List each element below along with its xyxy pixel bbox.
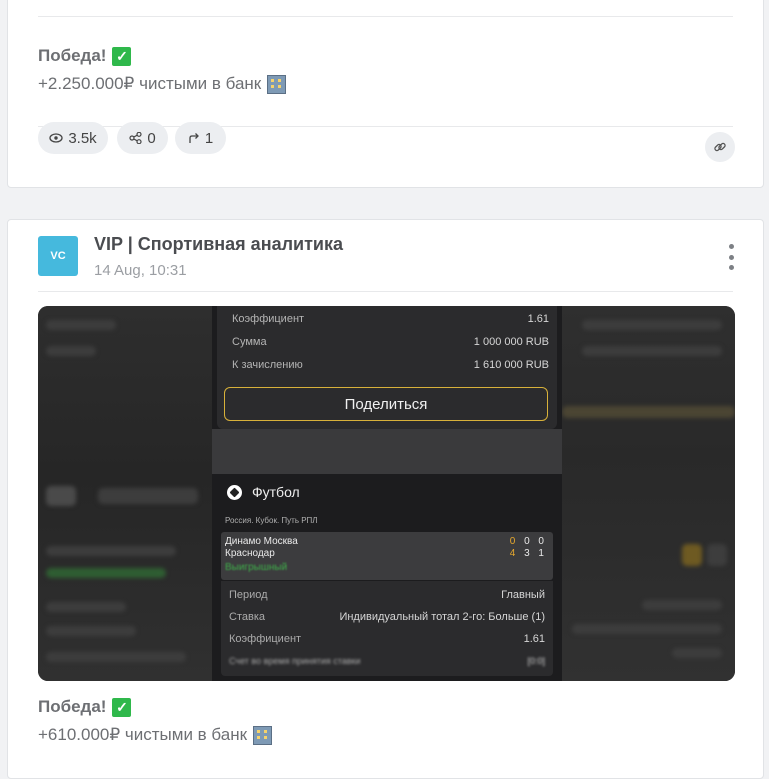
period-value: Главный — [501, 589, 545, 601]
credit-label: К зачислению — [232, 359, 303, 371]
bet-details: Период Главный Ставка Индивидуальный тотал… — [221, 581, 553, 676]
bank-building-icon — [267, 74, 287, 94]
share-icon — [129, 132, 142, 144]
channel-name[interactable]: VIP | Спортивная аналитика — [94, 234, 343, 255]
score-at-bet-label: Счет во время принятия ставки — [229, 656, 361, 666]
coef-label: Коэффициент — [232, 313, 305, 325]
bet-status: Выигрышный — [225, 562, 288, 573]
profit-text: +610.000₽ чистыми в банк — [38, 725, 248, 744]
separator-band — [212, 429, 562, 474]
post-profit: +2.250.000₽ чистыми в банк — [38, 74, 287, 94]
team1-name: Динамо Москва — [225, 536, 298, 547]
forward-arrow-icon — [189, 133, 199, 143]
team2-score: 4 3 1 — [509, 548, 547, 559]
check-mark-icon: ✓ — [112, 697, 132, 717]
period-label: Период — [229, 589, 268, 601]
result-text: Победа! — [38, 697, 107, 716]
divider — [38, 291, 733, 292]
channel-avatar[interactable]: VC — [38, 236, 78, 276]
sport-label: Футбол — [252, 484, 300, 500]
post-profit: +610.000₽ чистыми в банк — [38, 725, 273, 745]
share-button-in-screenshot: Поделиться — [224, 387, 548, 421]
credit-value: 1 610 000 RUB — [473, 359, 549, 371]
match-block: Динамо Москва 0 0 0 Краснодар 4 3 1 Выиг… — [221, 532, 553, 580]
bet-value: Индивидуальный тотал 2-го: Больше (1) — [339, 611, 545, 623]
bank-building-icon — [253, 725, 273, 745]
coef2-label: Коэффициент — [229, 633, 302, 645]
blurred-background-left — [38, 306, 213, 681]
copy-link-button[interactable] — [705, 132, 735, 162]
views-count: 3.5k — [68, 129, 97, 147]
post-card: VC VIP | Спортивная аналитика 14 Aug, 10… — [7, 219, 764, 779]
shares-count: 0 — [147, 129, 156, 147]
link-icon — [714, 142, 726, 152]
league-label: Россия. Кубок. Путь РПЛ — [225, 516, 318, 525]
share-counter[interactable]: 0 — [117, 122, 168, 154]
result-text: Победа! — [38, 46, 107, 65]
sum-value: 1 000 000 RUB — [473, 336, 549, 348]
coef-value: 1.61 — [527, 313, 549, 325]
football-icon — [227, 484, 242, 500]
post-result: Победа! ✓ — [38, 46, 132, 66]
forwards-count: 1 — [204, 129, 214, 147]
bet-label: Ставка — [229, 611, 265, 623]
sum-label: Сумма — [232, 336, 267, 348]
more-options-icon[interactable] — [727, 244, 735, 270]
coef2-value: 1.61 — [523, 633, 545, 645]
blurred-background-right — [562, 306, 735, 681]
team2-name: Краснодар — [225, 548, 275, 559]
views-counter[interactable]: 3.5k — [38, 122, 108, 154]
post-card: Победа! ✓ +2.250.000₽ чистыми в банк 3.5… — [7, 0, 764, 188]
bet-summary-sheet: Коэффициент 1.61 Сумма 1 000 000 RUB К зач… — [217, 306, 557, 429]
team1-score: 0 0 0 — [509, 536, 547, 547]
score-at-bet-value: [0:0] — [527, 656, 545, 666]
check-mark-icon: ✓ — [112, 46, 132, 66]
post-date: 14 Aug, 10:31 — [94, 262, 187, 279]
profit-text: +2.250.000₽ чистыми в банк — [38, 74, 262, 93]
post-image[interactable]: Коэффициент 1.61 Сумма 1 000 000 RUB К зач… — [38, 306, 735, 681]
divider — [38, 16, 733, 17]
sport-header: Футбол — [227, 484, 300, 500]
post-result: Победа! ✓ — [38, 697, 132, 717]
eye-icon — [49, 133, 63, 143]
forward-counter[interactable]: 1 — [175, 122, 226, 154]
bet-slip-screenshot: Коэффициент 1.61 Сумма 1 000 000 RUB К зач… — [212, 306, 562, 681]
